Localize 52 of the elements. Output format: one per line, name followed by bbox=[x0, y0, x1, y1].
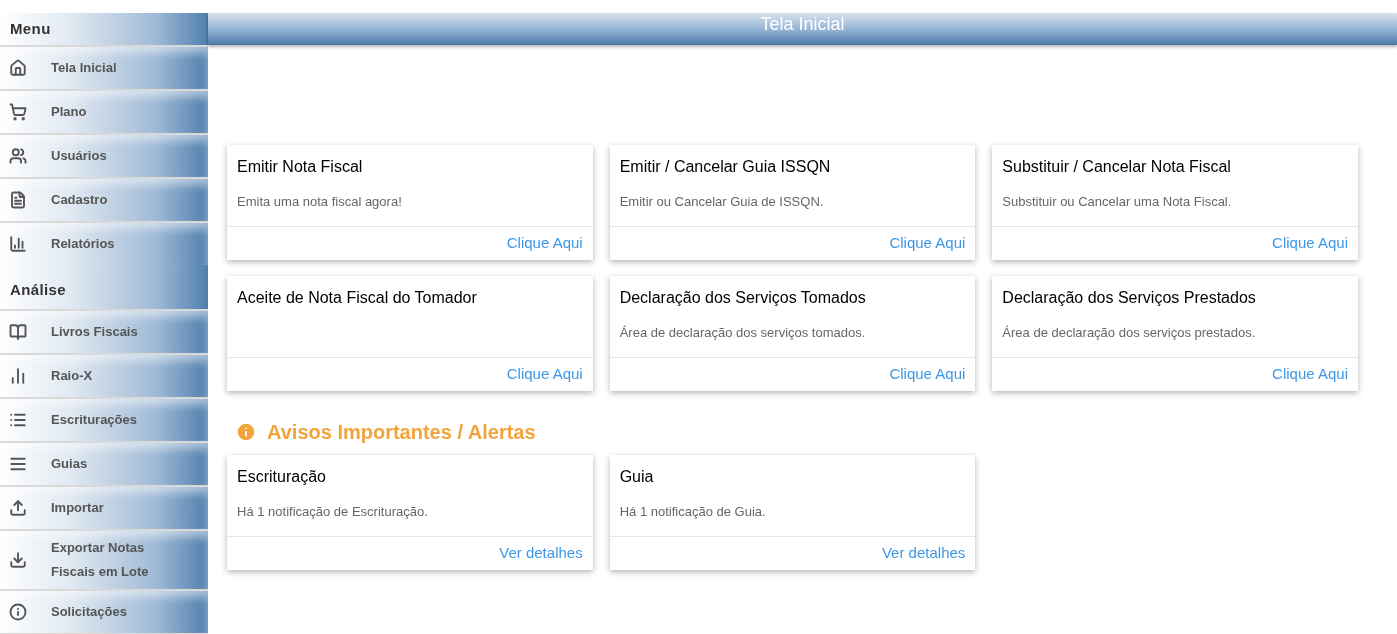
card-description: Há 1 notificação de Guia. bbox=[619, 502, 766, 521]
card-link[interactable]: Clique Aqui bbox=[1272, 232, 1348, 255]
sidebar-item[interactable]: Guias bbox=[0, 443, 208, 485]
card-link[interactable]: Ver detalhes bbox=[499, 542, 583, 565]
card-link[interactable]: Clique Aqui bbox=[506, 363, 583, 386]
card-title: Declaração dos Serviços Prestados bbox=[1001, 288, 1257, 308]
sidebar-item[interactable]: Importar bbox=[0, 487, 208, 529]
info-icon bbox=[235, 421, 257, 443]
card-title: Declaração dos Serviços Tomados bbox=[618, 288, 867, 308]
lines-icon bbox=[9, 455, 27, 473]
sidebar-item[interactable]: Raio-X bbox=[0, 355, 208, 397]
card-title: Emitir / Cancelar Guia ISSQN bbox=[618, 157, 832, 177]
sidebar-item[interactable]: Escriturações bbox=[0, 399, 208, 441]
alerts-title: Avisos Importantes / Alertas bbox=[267, 420, 536, 445]
document-icon bbox=[9, 191, 27, 209]
download-icon bbox=[9, 551, 27, 569]
page-title: Tela Inicial bbox=[760, 13, 845, 35]
sidebar-item[interactable]: Tela Inicial bbox=[0, 47, 208, 89]
card-link[interactable]: Ver detalhes bbox=[881, 542, 966, 565]
card-title: Escrituração bbox=[236, 467, 327, 487]
info-icon bbox=[9, 603, 27, 621]
bar-chart-icon bbox=[9, 367, 27, 385]
sidebar-item[interactable]: Exportar Notas Fiscais em Lote bbox=[0, 531, 208, 589]
card-description: Emitir ou Cancelar Guia de ISSQN. bbox=[619, 192, 824, 211]
card-description: Há 1 notificação de Escrituração. bbox=[237, 502, 428, 521]
sidebar-item[interactable]: Relatórios bbox=[0, 223, 208, 265]
sidebar-item[interactable]: Solicitações bbox=[0, 591, 208, 633]
section-header: Análise bbox=[0, 265, 208, 309]
card-title: Substituir / Cancelar Nota Fiscal bbox=[1001, 157, 1232, 177]
cart-icon bbox=[9, 103, 27, 121]
card-link[interactable]: Clique Aqui bbox=[506, 232, 583, 255]
bar-chart-icon bbox=[9, 235, 27, 253]
sidebar-item[interactable]: Cadastro bbox=[0, 179, 208, 221]
card-description: Substituir ou Cancelar uma Nota Fiscal. bbox=[1002, 192, 1232, 211]
card-title: Aceite de Nota Fiscal do Tomador bbox=[236, 288, 478, 308]
sidebar-item[interactable]: Usuários bbox=[0, 135, 208, 177]
sidebar-item[interactable]: Livros Fiscais bbox=[0, 311, 208, 353]
home-icon bbox=[9, 59, 27, 77]
book-icon bbox=[9, 323, 27, 341]
card-description: Emita uma nota fiscal agora! bbox=[237, 192, 402, 211]
card-link[interactable]: Clique Aqui bbox=[1272, 363, 1348, 386]
card-title: Emitir Nota Fiscal bbox=[236, 157, 364, 177]
list-icon bbox=[9, 411, 27, 429]
card-link[interactable]: Clique Aqui bbox=[889, 363, 966, 386]
sidebar-item[interactable]: Plano bbox=[0, 91, 208, 133]
card-link[interactable]: Clique Aqui bbox=[889, 232, 966, 255]
section-header: Menu bbox=[0, 13, 208, 45]
card-description: Área de declaração dos serviços prestados. bbox=[1002, 323, 1256, 342]
upload-icon bbox=[9, 499, 27, 517]
card-title: Guia bbox=[618, 467, 655, 487]
users-icon bbox=[9, 147, 27, 165]
card-description: Área de declaração dos serviços tomados. bbox=[619, 323, 866, 342]
